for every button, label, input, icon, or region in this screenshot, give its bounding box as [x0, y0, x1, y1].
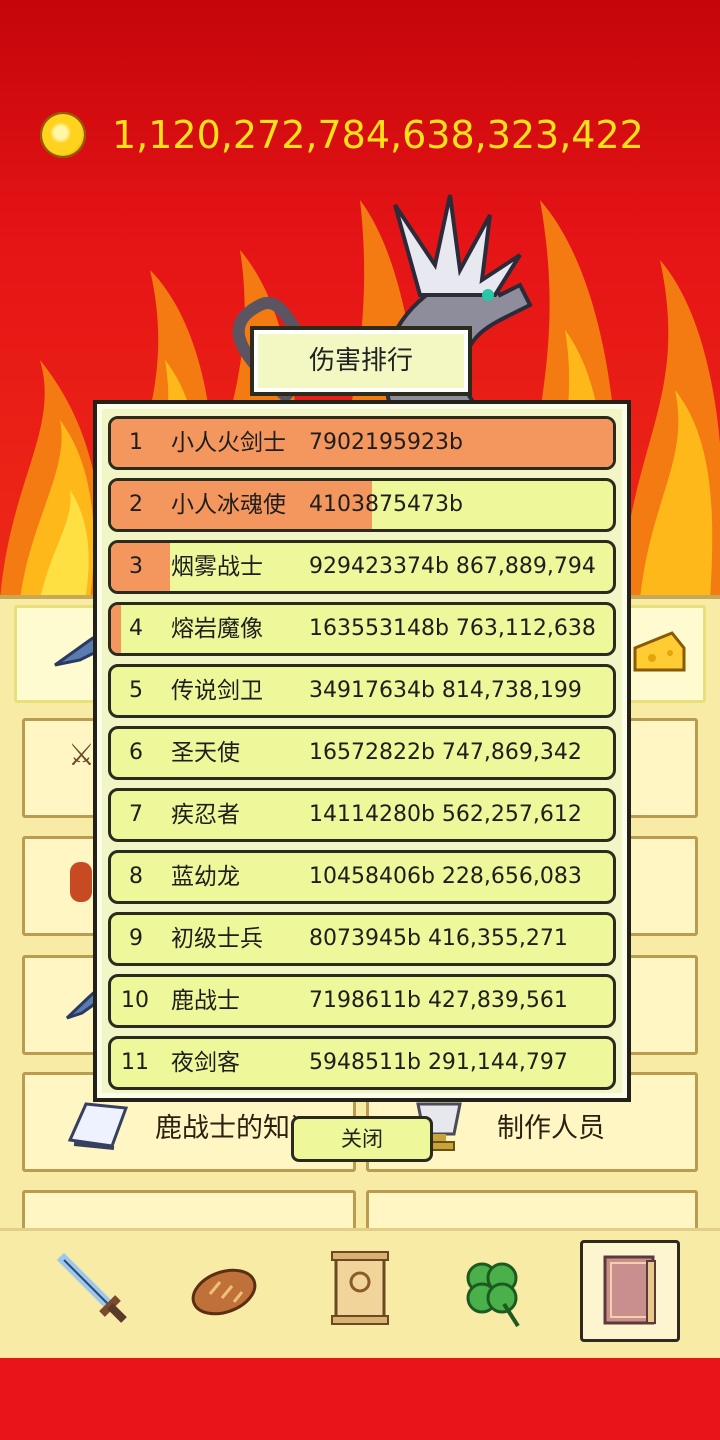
- row-rank: 9: [129, 926, 143, 951]
- row-damage: 929423374b 867,889,794: [309, 554, 596, 579]
- ranking-row: 2 小人冰魂使 4103875473b: [108, 478, 616, 532]
- nav-sword-button[interactable]: [44, 1242, 140, 1338]
- sword-small-icon: ⚔: [68, 738, 95, 773]
- row-name: 圣天使: [171, 740, 240, 766]
- ranking-row: 5 传说剑卫 34917634b 814,738,199: [108, 664, 616, 718]
- damage-bar: [111, 605, 122, 653]
- ranking-row: 10 鹿战士 7198611b 427,839,561: [108, 974, 616, 1028]
- row-damage: 8073945b 416,355,271: [309, 926, 568, 951]
- row-name: 小人火剑士: [171, 430, 286, 456]
- menu-tile-4[interactable]: [622, 718, 698, 818]
- clover-icon: [466, 1262, 520, 1328]
- row-name: 传说剑卫: [171, 678, 263, 704]
- ranking-row: 7 疾忍者 14114280b 562,257,612: [108, 788, 616, 842]
- close-button[interactable]: 关闭: [291, 1116, 433, 1162]
- row-rank: 11: [121, 1050, 149, 1075]
- row-damage: 7198611b 427,839,561: [309, 988, 568, 1013]
- row-damage: 16572822b 747,869,342: [309, 740, 582, 765]
- row-rank: 4: [129, 616, 143, 641]
- ranking-row: 3 烟雾战士 929423374b 867,889,794: [108, 540, 616, 594]
- cheese-icon: [633, 631, 686, 672]
- popup-title: 伤害排行: [308, 346, 413, 376]
- row-damage: 5948511b 291,144,797: [309, 1050, 568, 1075]
- open-book-icon: [67, 1102, 129, 1150]
- gold-amount: 1,120,272,784,638,323,422: [112, 113, 644, 157]
- row-name: 夜剑客: [171, 1050, 240, 1076]
- menu-tile-8[interactable]: [366, 1190, 698, 1230]
- ranking-row: 9 初级士兵 8073945b 416,355,271: [108, 912, 616, 966]
- row-damage: 7902195923b: [309, 430, 463, 455]
- row-damage: 163553148b 763,112,638: [309, 616, 596, 641]
- scroll-icon: [331, 1251, 389, 1325]
- nav-clover-button[interactable]: [444, 1242, 540, 1338]
- menu-tile-6[interactable]: [622, 955, 698, 1055]
- row-name: 蓝幼龙: [171, 864, 240, 890]
- row-name: 鹿战士: [171, 988, 240, 1014]
- popup-title-box: 伤害排行: [250, 326, 472, 396]
- row-name: 疾忍者: [171, 802, 240, 828]
- row-damage: 34917634b 814,738,199: [309, 678, 582, 703]
- nav-book-button[interactable]: [580, 1240, 680, 1342]
- menu-tile-5[interactable]: [622, 836, 698, 936]
- nav-bread-button[interactable]: [176, 1242, 272, 1338]
- ranking-row: 11 夜剑客 5948511b 291,144,797: [108, 1036, 616, 1090]
- row-damage: 10458406b 228,656,083: [309, 864, 582, 889]
- row-name: 初级士兵: [171, 926, 263, 952]
- ranking-row: 4 熔岩魔像 163553148b 763,112,638: [108, 602, 616, 656]
- ranking-row: 1 小人火剑士 7902195923b: [108, 416, 616, 470]
- row-rank: 10: [121, 988, 149, 1013]
- credits-label: 制作人员: [497, 1113, 605, 1144]
- meat-icon: [70, 862, 92, 902]
- row-damage: 4103875473b: [309, 492, 463, 517]
- row-rank: 6: [129, 740, 143, 765]
- row-rank: 2: [129, 492, 143, 517]
- row-rank: 7: [129, 802, 143, 827]
- row-damage: 14114280b 562,257,612: [309, 802, 582, 827]
- nav-scroll-button[interactable]: [312, 1242, 408, 1338]
- menu-tile-7[interactable]: [22, 1190, 356, 1230]
- row-rank: 8: [129, 864, 143, 889]
- gold-coin-icon: [40, 112, 86, 158]
- row-name: 小人冰魂使: [171, 492, 286, 518]
- bread-icon: [191, 1268, 257, 1316]
- sword-icon: [56, 1252, 127, 1323]
- row-name: 熔岩魔像: [171, 616, 263, 642]
- ranking-row: 8 蓝幼龙 10458406b 228,656,083: [108, 850, 616, 904]
- row-name: 烟雾战士: [171, 554, 263, 580]
- row-rank: 1: [129, 430, 143, 455]
- row-rank: 3: [129, 554, 143, 579]
- book-icon: [603, 1255, 656, 1325]
- ranking-row: 6 圣天使 16572822b 747,869,342: [108, 726, 616, 780]
- row-rank: 5: [129, 678, 143, 703]
